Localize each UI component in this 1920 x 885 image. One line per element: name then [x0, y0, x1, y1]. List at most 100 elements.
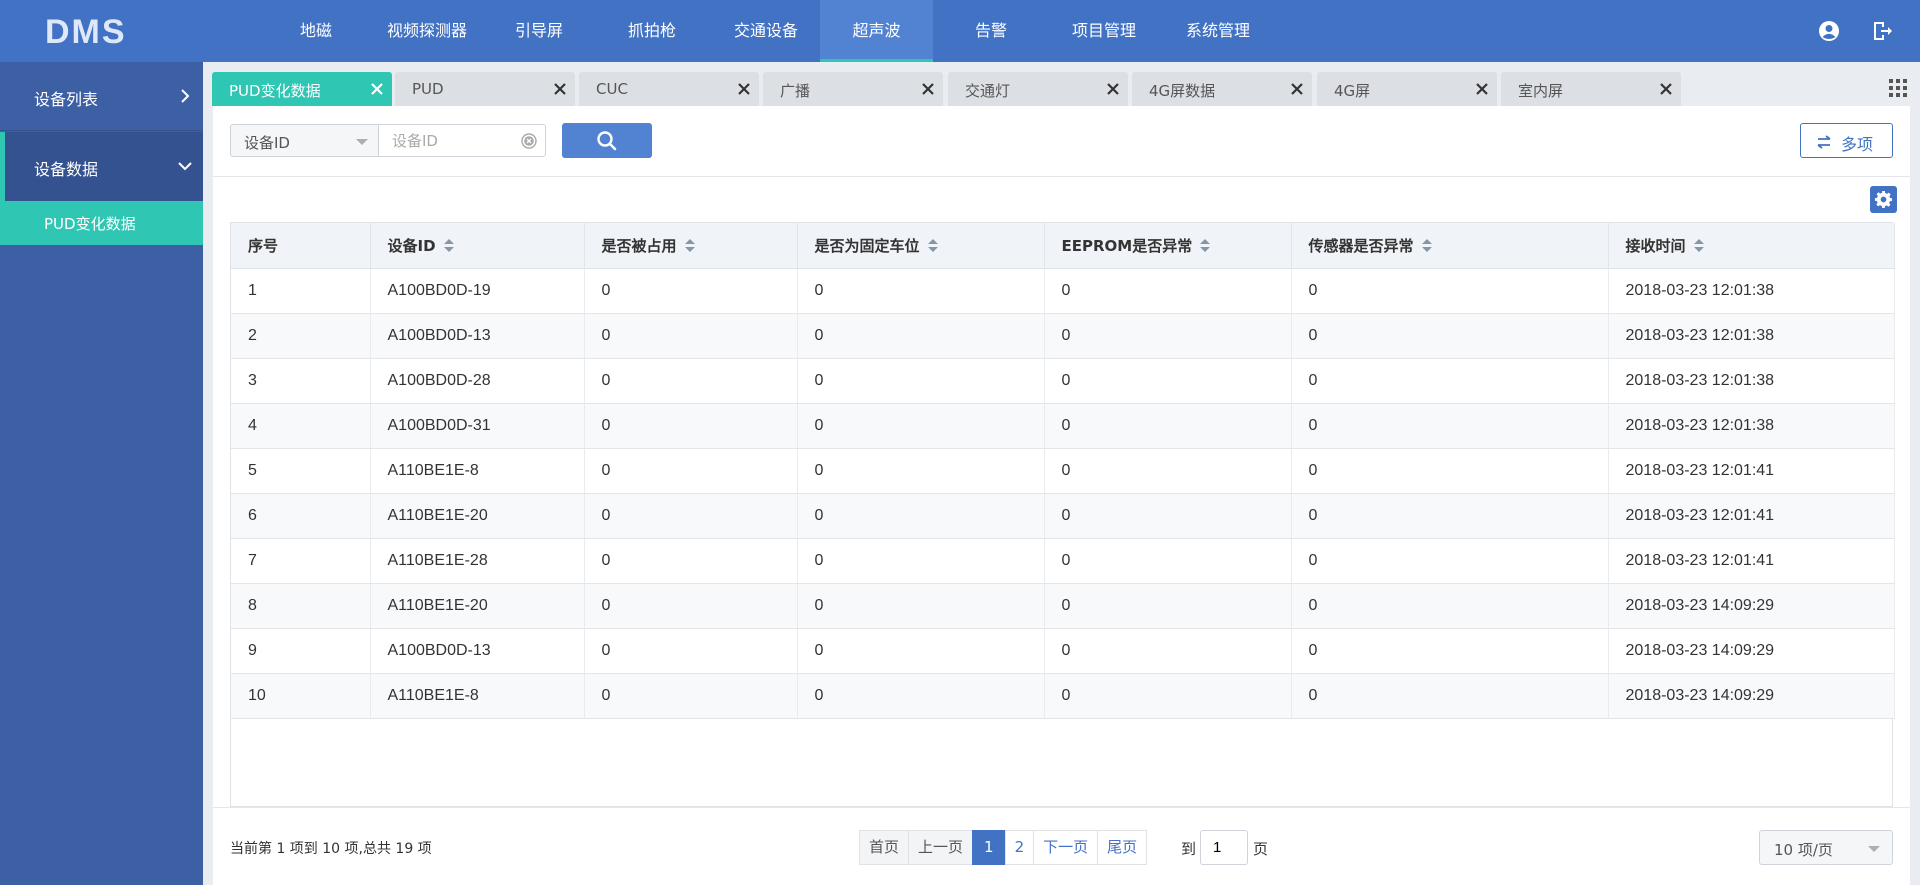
cell-receive-time: 2018-03-23 12:01:41 [1608, 448, 1895, 494]
close-icon[interactable] [370, 82, 384, 96]
content-panel: 设备ID 多项 [213, 106, 1910, 885]
svg-text:DMS: DMS [45, 14, 127, 48]
cell-index: 4 [231, 403, 371, 449]
next-page-button[interactable]: 下一页 [1033, 830, 1099, 865]
col-header-label: 序号 [248, 236, 279, 255]
goto-page-input[interactable] [1200, 830, 1248, 865]
sidebar-item-device-data[interactable]: 设备数据 [0, 132, 203, 201]
sort-icon[interactable] [684, 239, 695, 253]
cell-fixed-spot: 0 [797, 403, 1045, 449]
tab-label: PUD [412, 80, 444, 98]
nav-item-video-detector[interactable]: 视频探测器 [382, 0, 472, 62]
multi-search-button[interactable]: 多项 [1800, 123, 1893, 158]
table-row[interactable]: 6 A110BE1E-20 0 0 0 0 2018-03-23 12:01:41 [231, 493, 1895, 539]
close-icon[interactable] [737, 82, 751, 96]
main-content: PUD变化数据 PUD CUC 广播 交通灯 4G屏数据 4G屏 室内屏 设备I… [203, 62, 1920, 885]
last-page-button[interactable]: 尾页 [1097, 830, 1148, 865]
column-settings-button[interactable] [1870, 186, 1897, 213]
nav-item-project-mgmt[interactable]: 项目管理 [1068, 0, 1140, 62]
tab-traffic-light[interactable]: 交通灯 [948, 72, 1128, 106]
cell-occupied: 0 [584, 313, 798, 359]
page-button-1[interactable]: 1 [972, 830, 1006, 865]
tab-4g-screen-data[interactable]: 4G屏数据 [1132, 72, 1312, 106]
cell-receive-time: 2018-03-23 14:09:29 [1608, 628, 1895, 674]
page-size-value: 10 项/页 [1774, 841, 1833, 859]
sort-icon[interactable] [443, 239, 454, 253]
close-icon[interactable] [1106, 82, 1120, 96]
cell-fixed-spot: 0 [797, 268, 1045, 314]
sort-icon[interactable] [1693, 239, 1704, 253]
col-header-device-id[interactable]: 设备ID [370, 223, 585, 269]
nav-item-system-mgmt[interactable]: 系统管理 [1182, 0, 1254, 62]
table-row[interactable]: 8 A110BE1E-20 0 0 0 0 2018-03-23 14:09:29 [231, 583, 1895, 629]
table-row[interactable]: 5 A110BE1E-8 0 0 0 0 2018-03-23 12:01:41 [231, 448, 1895, 494]
clear-icon[interactable] [521, 133, 537, 149]
table-row[interactable]: 9 A100BD0D-13 0 0 0 0 2018-03-23 14:09:29 [231, 628, 1895, 674]
first-page-button[interactable]: 首页 [859, 830, 910, 865]
table-row[interactable]: 10 A110BE1E-8 0 0 0 0 2018-03-23 14:09:29 [231, 673, 1895, 719]
cell-fixed-spot: 0 [797, 628, 1045, 674]
cell-fixed-spot: 0 [797, 583, 1045, 629]
col-header-fixed-spot[interactable]: 是否为固定车位 [797, 223, 1045, 269]
table-row[interactable]: 1 A100BD0D-19 0 0 0 0 2018-03-23 12:01:38 [231, 268, 1895, 314]
table-row[interactable]: 2 A100BD0D-13 0 0 0 0 2018-03-23 12:01:38 [231, 313, 1895, 359]
close-icon[interactable] [921, 82, 935, 96]
pagination: 首页 上一页 1 2 下一页 尾页 [859, 830, 1148, 865]
nav-item-guide-screen[interactable]: 引导屏 [511, 0, 567, 62]
tab-pud[interactable]: PUD [395, 72, 575, 106]
cell-eeprom-error: 0 [1044, 403, 1292, 449]
table-row[interactable]: 3 A100BD0D-28 0 0 0 0 2018-03-23 12:01:38 [231, 358, 1895, 404]
cell-fixed-spot: 0 [797, 538, 1045, 584]
page-size-select[interactable]: 10 项/页 [1759, 830, 1893, 865]
nav-item-capture-gun[interactable]: 抓拍枪 [624, 0, 680, 62]
tab-indoor-screen[interactable]: 室内屏 [1501, 72, 1681, 106]
table-row[interactable]: 4 A100BD0D-31 0 0 0 0 2018-03-23 12:01:38 [231, 403, 1895, 449]
col-header-label: 设备ID [387, 236, 436, 255]
user-icon[interactable] [1818, 20, 1840, 42]
col-header-receive-time[interactable]: 接收时间 [1608, 223, 1895, 269]
col-header-occupied[interactable]: 是否被占用 [584, 223, 798, 269]
col-header-eeprom-error[interactable]: EEPROM是否异常 [1044, 223, 1292, 269]
sidebar-subitem-label: PUD变化数据 [44, 215, 136, 233]
nav-item-traffic-device[interactable]: 交通设备 [730, 0, 802, 62]
search-field-select[interactable]: 设备ID [230, 124, 379, 157]
page-button-2[interactable]: 2 [1004, 830, 1035, 865]
sort-icon[interactable] [927, 239, 938, 253]
cell-eeprom-error: 0 [1044, 358, 1292, 404]
cell-index: 8 [231, 583, 371, 629]
cell-receive-time: 2018-03-23 12:01:38 [1608, 358, 1895, 404]
sidebar-subitem-pud-change-data[interactable]: PUD变化数据 [0, 201, 203, 245]
sidebar-item-device-list[interactable]: 设备列表 [0, 62, 203, 131]
pagination-info: 当前第 1 项到 10 项,总共 19 项 [230, 841, 432, 857]
nav-item-ultrasonic[interactable]: 超声波 [820, 0, 933, 62]
tab-4g-screen[interactable]: 4G屏 [1317, 72, 1497, 106]
close-icon[interactable] [1659, 82, 1673, 96]
cell-index: 9 [231, 628, 371, 674]
cell-receive-time: 2018-03-23 12:01:38 [1608, 403, 1895, 449]
close-icon[interactable] [1475, 82, 1489, 96]
close-icon[interactable] [553, 82, 567, 96]
cell-occupied: 0 [584, 448, 798, 494]
multi-button-label: 多项 [1841, 135, 1874, 154]
cell-index: 6 [231, 493, 371, 539]
tab-pud-change-data[interactable]: PUD变化数据 [212, 72, 392, 106]
col-header-sensor-error[interactable]: 传感器是否异常 [1291, 223, 1609, 269]
cell-index: 3 [231, 358, 371, 404]
sort-icon[interactable] [1200, 239, 1211, 253]
col-header-label: EEPROM是否异常 [1061, 236, 1193, 255]
nav-item-alarm[interactable]: 告警 [973, 0, 1009, 62]
cell-device-id: A110BE1E-8 [370, 673, 585, 719]
grid-icon[interactable] [1888, 78, 1908, 98]
tab-broadcast[interactable]: 广播 [763, 72, 943, 106]
nav-item-dici[interactable]: 地磁 [290, 0, 342, 62]
table-row[interactable]: 7 A110BE1E-28 0 0 0 0 2018-03-23 12:01:41 [231, 538, 1895, 584]
search-button[interactable] [562, 123, 652, 158]
close-icon[interactable] [1290, 82, 1304, 96]
prev-page-button[interactable]: 上一页 [908, 830, 974, 865]
tab-cuc[interactable]: CUC [579, 72, 759, 106]
cell-occupied: 0 [584, 493, 798, 539]
logout-icon[interactable] [1871, 20, 1893, 42]
sort-icon[interactable] [1421, 239, 1432, 253]
cell-eeprom-error: 0 [1044, 268, 1292, 314]
cell-eeprom-error: 0 [1044, 538, 1292, 584]
